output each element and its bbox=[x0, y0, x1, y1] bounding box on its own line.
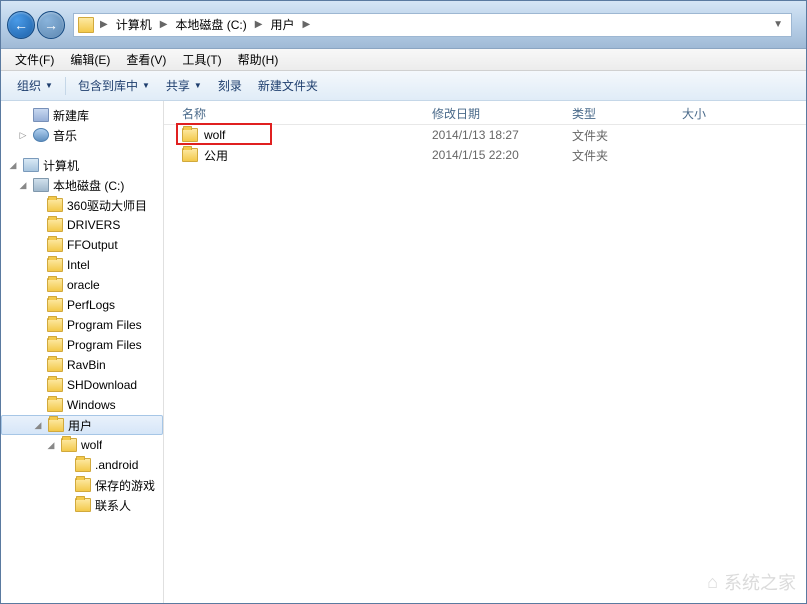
dropdown-icon: ▼ bbox=[45, 81, 53, 90]
back-arrow-icon: ← bbox=[14, 17, 28, 33]
tree-library[interactable]: 新建库 bbox=[1, 105, 163, 125]
chevron-right-icon: ▶ bbox=[300, 19, 312, 30]
folder-icon bbox=[182, 148, 198, 162]
tree-folder[interactable]: PerfLogs bbox=[1, 295, 163, 315]
menubar: 文件(F) 编辑(E) 查看(V) 工具(T) 帮助(H) bbox=[1, 49, 806, 71]
folder-icon bbox=[47, 338, 63, 352]
folder-icon bbox=[47, 358, 63, 372]
tree-folder[interactable]: Intel bbox=[1, 255, 163, 275]
tree-folder[interactable]: .android bbox=[1, 455, 163, 475]
include-library-button[interactable]: 包含到库中▼ bbox=[70, 73, 158, 98]
folder-icon bbox=[47, 398, 63, 412]
folder-icon bbox=[75, 458, 91, 472]
address-bar[interactable]: ▶ 计算机 ▶ 本地磁盘 (C:) ▶ 用户 ▶ ▼ bbox=[73, 13, 792, 37]
forward-button[interactable]: → bbox=[37, 11, 65, 39]
chevron-right-icon: ▶ bbox=[158, 19, 170, 30]
menu-help[interactable]: 帮助(H) bbox=[230, 49, 287, 70]
tree-folder[interactable]: SHDownload bbox=[1, 375, 163, 395]
menu-view[interactable]: 查看(V) bbox=[118, 49, 174, 70]
tree-drive-c[interactable]: ◢本地磁盘 (C:) bbox=[1, 175, 163, 195]
folder-icon bbox=[47, 298, 63, 312]
breadcrumb-item[interactable]: 用户 bbox=[266, 14, 298, 35]
library-icon bbox=[33, 108, 49, 122]
sidebar-tree: 新建库 ▷音乐 ◢计算机 ◢本地磁盘 (C:) 360驱动大师目 DRIVERS… bbox=[1, 101, 164, 603]
toolbar: 组织▼ 包含到库中▼ 共享▼ 刻录 新建文件夹 bbox=[1, 71, 806, 101]
tree-music[interactable]: ▷音乐 bbox=[1, 125, 163, 145]
address-dropdown-icon[interactable]: ▼ bbox=[769, 19, 787, 30]
tree-folder[interactable]: Program Files bbox=[1, 335, 163, 355]
watermark: ⌂ 系统之家 bbox=[707, 569, 796, 595]
tree-folder[interactable]: Program Files bbox=[1, 315, 163, 335]
folder-icon bbox=[47, 378, 63, 392]
tree-folder[interactable]: DRIVERS bbox=[1, 215, 163, 235]
dropdown-icon: ▼ bbox=[142, 81, 150, 90]
list-item-public[interactable]: 公用 2014/1/15 22:20 文件夹 bbox=[164, 145, 806, 165]
expander-icon[interactable]: ◢ bbox=[7, 160, 19, 171]
tree-folder[interactable]: Windows bbox=[1, 395, 163, 415]
computer-icon bbox=[23, 158, 39, 172]
folder-icon bbox=[47, 218, 63, 232]
file-list: 名称 修改日期 类型 大小 wolf 2014/1/13 18:27 文件夹 公… bbox=[164, 101, 806, 603]
list-header: 名称 修改日期 类型 大小 bbox=[164, 103, 806, 125]
tree-folder[interactable]: 联系人 bbox=[1, 495, 163, 515]
organize-button[interactable]: 组织▼ bbox=[9, 73, 61, 98]
content-area: 新建库 ▷音乐 ◢计算机 ◢本地磁盘 (C:) 360驱动大师目 DRIVERS… bbox=[1, 101, 806, 603]
breadcrumb-item[interactable]: 计算机 bbox=[112, 14, 156, 35]
folder-icon bbox=[47, 318, 63, 332]
folder-icon bbox=[47, 198, 63, 212]
column-size[interactable]: 大小 bbox=[682, 105, 806, 122]
expander-icon[interactable]: ◢ bbox=[17, 180, 29, 191]
menu-tools[interactable]: 工具(T) bbox=[174, 49, 229, 70]
drive-icon bbox=[33, 178, 49, 192]
dropdown-icon: ▼ bbox=[194, 81, 202, 90]
column-name[interactable]: 名称 bbox=[182, 105, 432, 122]
folder-icon bbox=[48, 418, 64, 432]
tree-folder[interactable]: 360驱动大师目 bbox=[1, 195, 163, 215]
list-item-wolf[interactable]: wolf 2014/1/13 18:27 文件夹 bbox=[164, 125, 806, 145]
watermark-text: 系统之家 bbox=[724, 569, 796, 595]
folder-icon bbox=[61, 438, 77, 452]
back-button[interactable]: ← bbox=[7, 11, 35, 39]
tree-users-folder[interactable]: ◢用户 bbox=[1, 415, 163, 435]
folder-icon bbox=[47, 258, 63, 272]
expander-icon[interactable]: ◢ bbox=[32, 420, 44, 431]
column-type[interactable]: 类型 bbox=[572, 105, 682, 122]
separator bbox=[65, 77, 66, 95]
folder-icon bbox=[75, 478, 91, 492]
chevron-right-icon: ▶ bbox=[98, 19, 110, 30]
breadcrumb-item[interactable]: 本地磁盘 (C:) bbox=[171, 14, 250, 35]
tree-folder[interactable]: 保存的游戏 bbox=[1, 475, 163, 495]
watermark-logo-icon: ⌂ bbox=[707, 572, 718, 593]
column-date[interactable]: 修改日期 bbox=[432, 105, 572, 122]
share-button[interactable]: 共享▼ bbox=[158, 73, 210, 98]
music-icon bbox=[33, 128, 49, 142]
breadcrumb: ▶ 计算机 ▶ 本地磁盘 (C:) ▶ 用户 ▶ bbox=[98, 14, 312, 35]
expander-icon[interactable]: ▷ bbox=[17, 130, 29, 141]
menu-edit[interactable]: 编辑(E) bbox=[62, 49, 118, 70]
tree-computer[interactable]: ◢计算机 bbox=[1, 155, 163, 175]
chevron-right-icon: ▶ bbox=[253, 19, 265, 30]
tree-folder[interactable]: FFOutput bbox=[1, 235, 163, 255]
new-folder-button[interactable]: 新建文件夹 bbox=[250, 73, 326, 98]
menu-file[interactable]: 文件(F) bbox=[7, 49, 62, 70]
folder-icon bbox=[47, 238, 63, 252]
titlebar: ← → ▶ 计算机 ▶ 本地磁盘 (C:) ▶ 用户 ▶ ▼ bbox=[1, 1, 806, 49]
folder-icon bbox=[47, 278, 63, 292]
folder-icon bbox=[78, 17, 94, 33]
nav-buttons: ← → bbox=[7, 11, 65, 39]
folder-icon bbox=[75, 498, 91, 512]
burn-button[interactable]: 刻录 bbox=[210, 73, 250, 98]
tree-wolf-folder[interactable]: ◢wolf bbox=[1, 435, 163, 455]
tree-folder[interactable]: oracle bbox=[1, 275, 163, 295]
folder-icon bbox=[182, 128, 198, 142]
expander-icon[interactable]: ◢ bbox=[45, 440, 57, 451]
tree-folder[interactable]: RavBin bbox=[1, 355, 163, 375]
forward-arrow-icon: → bbox=[44, 17, 58, 33]
